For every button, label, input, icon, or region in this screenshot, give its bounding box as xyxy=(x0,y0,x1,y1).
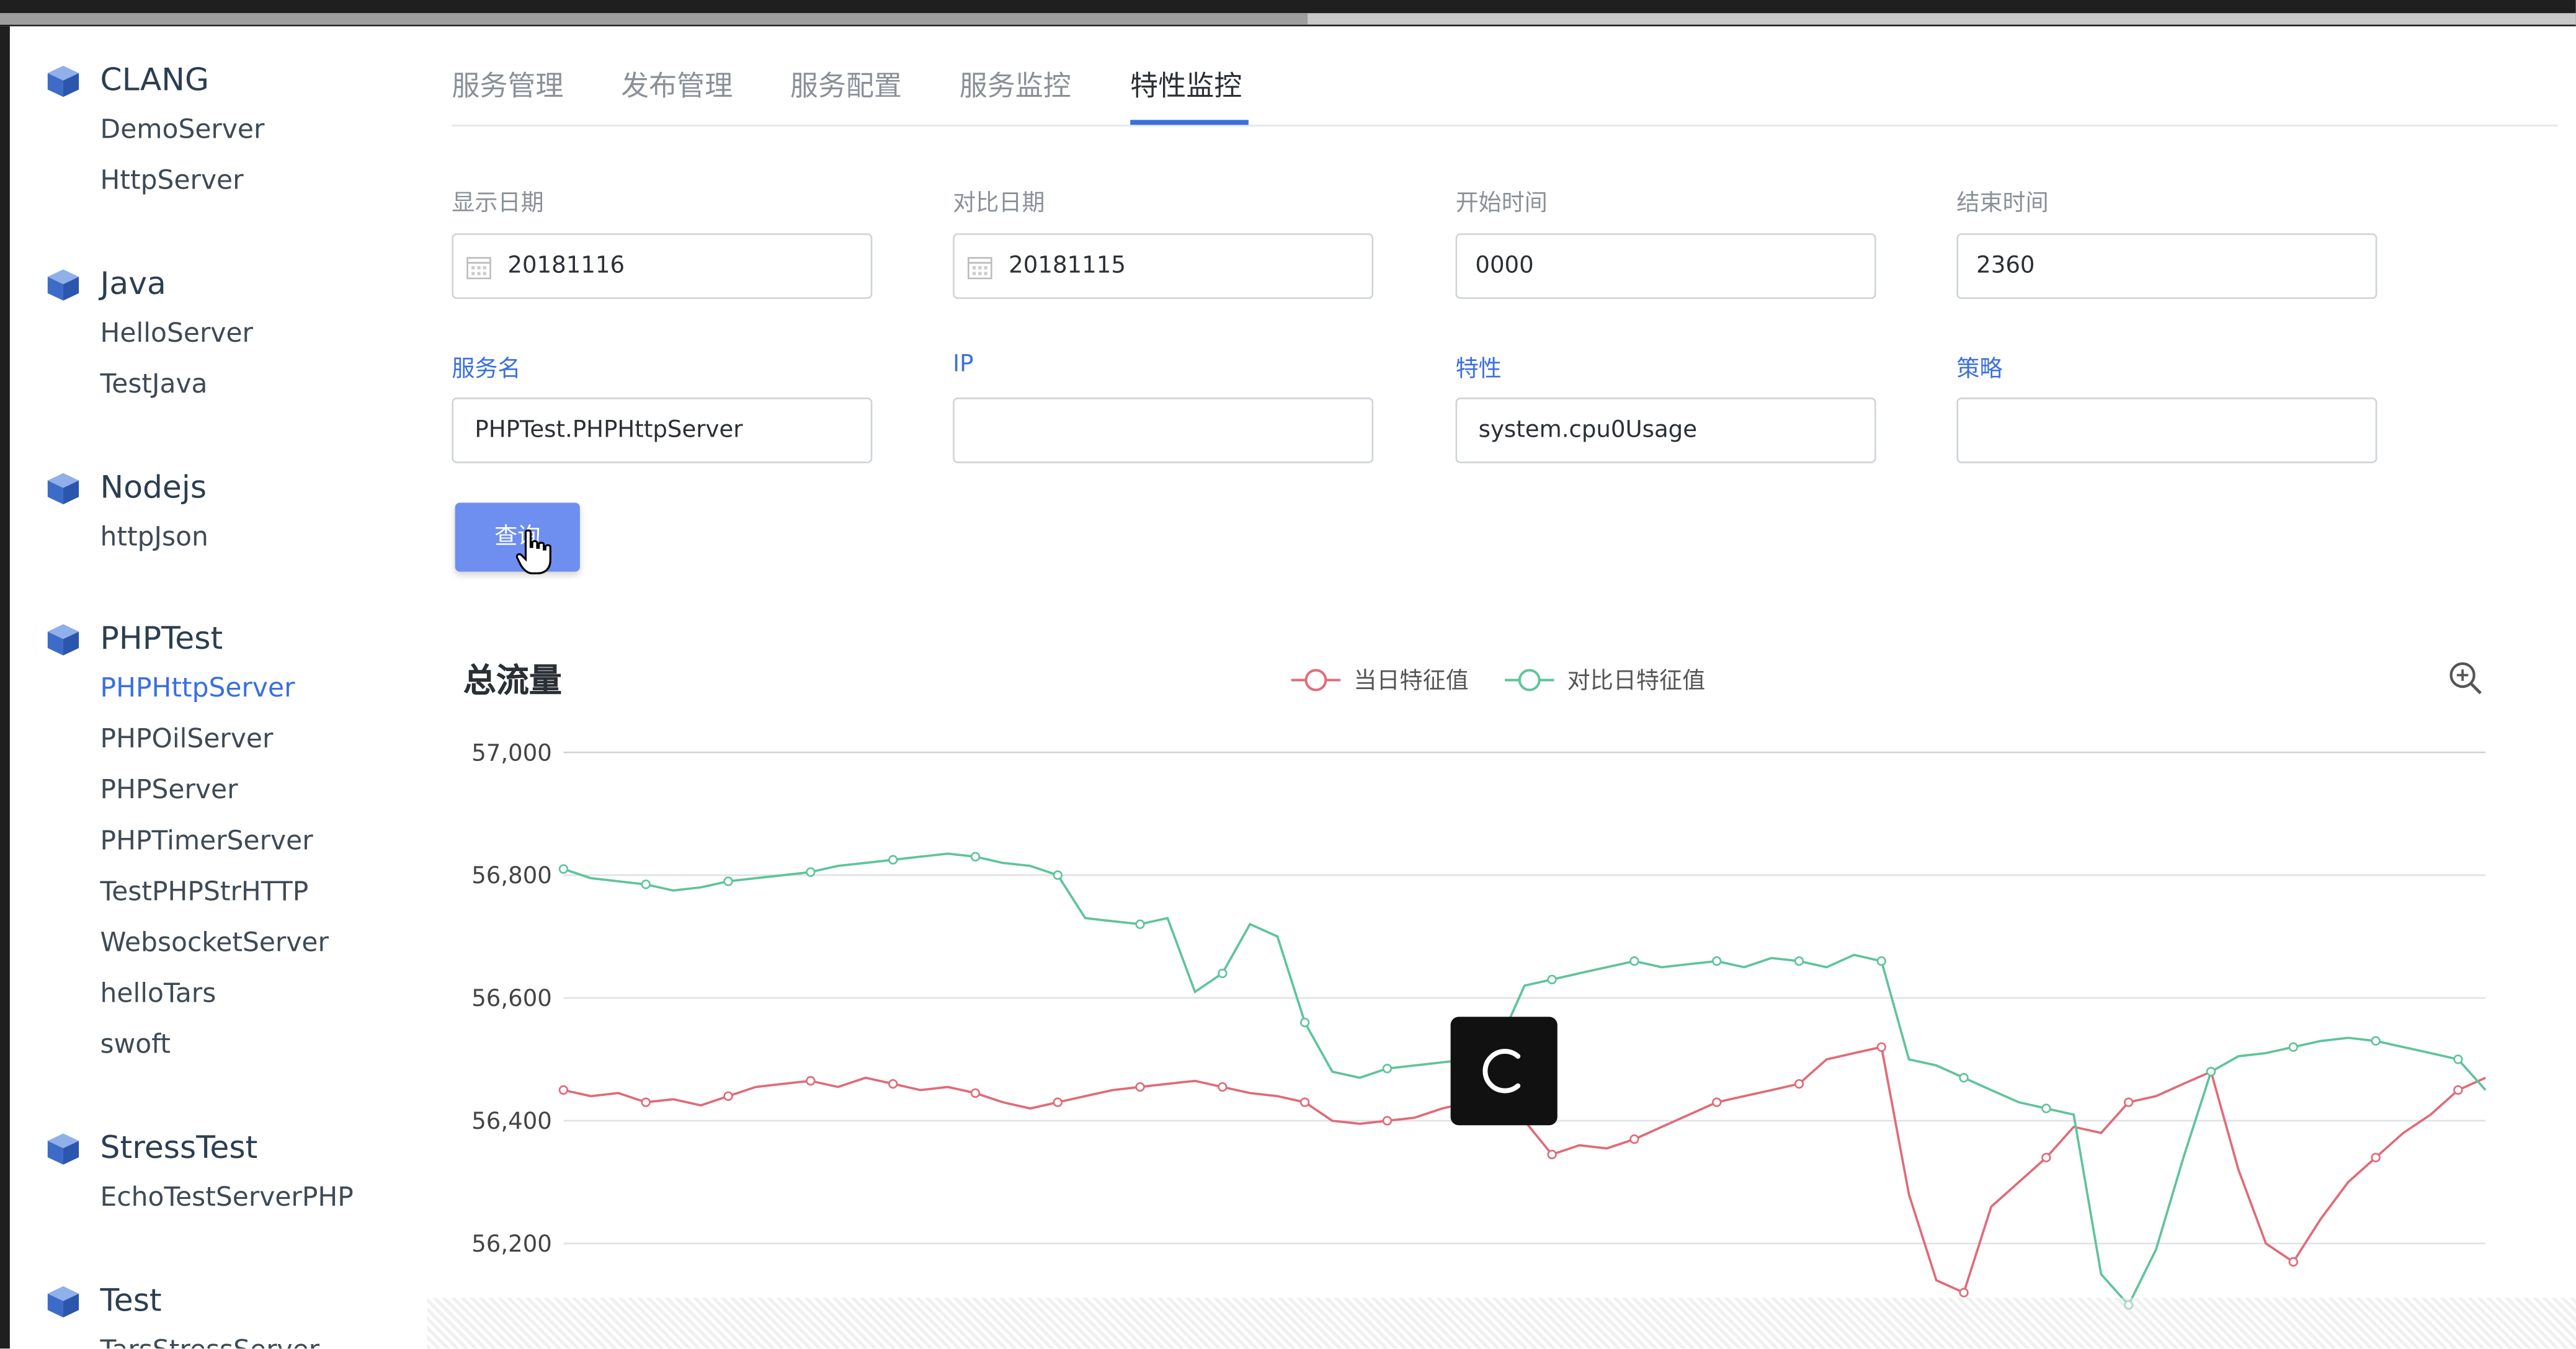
data-point xyxy=(2041,1152,2051,1163)
data-point xyxy=(806,1075,816,1086)
y-tick-label: 56,800 xyxy=(471,862,552,889)
data-point xyxy=(806,867,816,877)
data-point xyxy=(888,1079,898,1089)
data-point xyxy=(558,1085,569,1095)
data-point xyxy=(1135,1082,1145,1092)
data-point xyxy=(1712,1097,1722,1107)
data-point xyxy=(1299,1017,1310,1028)
data-point xyxy=(1794,956,1804,966)
data-point xyxy=(1218,1082,1228,1092)
data-point xyxy=(2288,1257,2298,1267)
data-point xyxy=(1959,1072,1969,1083)
y-tick-label: 56,600 xyxy=(471,985,552,1012)
data-point xyxy=(1299,1097,1310,1107)
data-point xyxy=(2453,1085,2463,1095)
data-point xyxy=(641,879,651,889)
data-point xyxy=(1959,1288,1969,1298)
data-point xyxy=(1794,1079,1804,1089)
data-point xyxy=(1218,968,1228,979)
data-point xyxy=(2453,1054,2463,1064)
data-point xyxy=(1629,956,1639,966)
data-point xyxy=(2371,1152,2381,1163)
y-tick-label: 56,400 xyxy=(471,1108,552,1134)
data-point xyxy=(1135,919,1145,929)
data-point xyxy=(558,864,569,874)
data-point xyxy=(2371,1036,2381,1046)
data-point xyxy=(1876,1042,1886,1052)
loading-overlay xyxy=(1450,1017,1558,1126)
data-point xyxy=(888,855,898,865)
data-point xyxy=(1547,974,1557,984)
data-point xyxy=(1876,956,1886,966)
data-point xyxy=(641,1097,651,1107)
data-point xyxy=(723,876,733,886)
data-point xyxy=(970,852,981,861)
data-point xyxy=(2041,1103,2051,1113)
bottom-fade xyxy=(427,1298,2576,1349)
data-point xyxy=(970,1088,981,1098)
data-point xyxy=(2206,1067,2216,1077)
loading-spinner-icon xyxy=(1482,1049,1521,1093)
data-point xyxy=(723,1091,733,1102)
data-point xyxy=(1053,870,1063,880)
data-point xyxy=(1712,956,1722,966)
y-tick-label: 57,000 xyxy=(471,739,552,766)
app-root: CLANG DemoServer HttpServer Java HelloServer… xyxy=(0,0,2576,1349)
data-point xyxy=(1053,1097,1063,1107)
data-point xyxy=(2288,1042,2298,1052)
line-chart: 57,000 56,800 56,600 56,400 56,200 xyxy=(471,739,2487,1310)
data-point xyxy=(2124,1097,2134,1107)
y-tick-label: 56,200 xyxy=(471,1231,552,1257)
data-point xyxy=(1382,1116,1393,1126)
data-point xyxy=(1547,1149,1557,1160)
data-point xyxy=(1382,1064,1393,1074)
data-point xyxy=(1629,1134,1639,1144)
